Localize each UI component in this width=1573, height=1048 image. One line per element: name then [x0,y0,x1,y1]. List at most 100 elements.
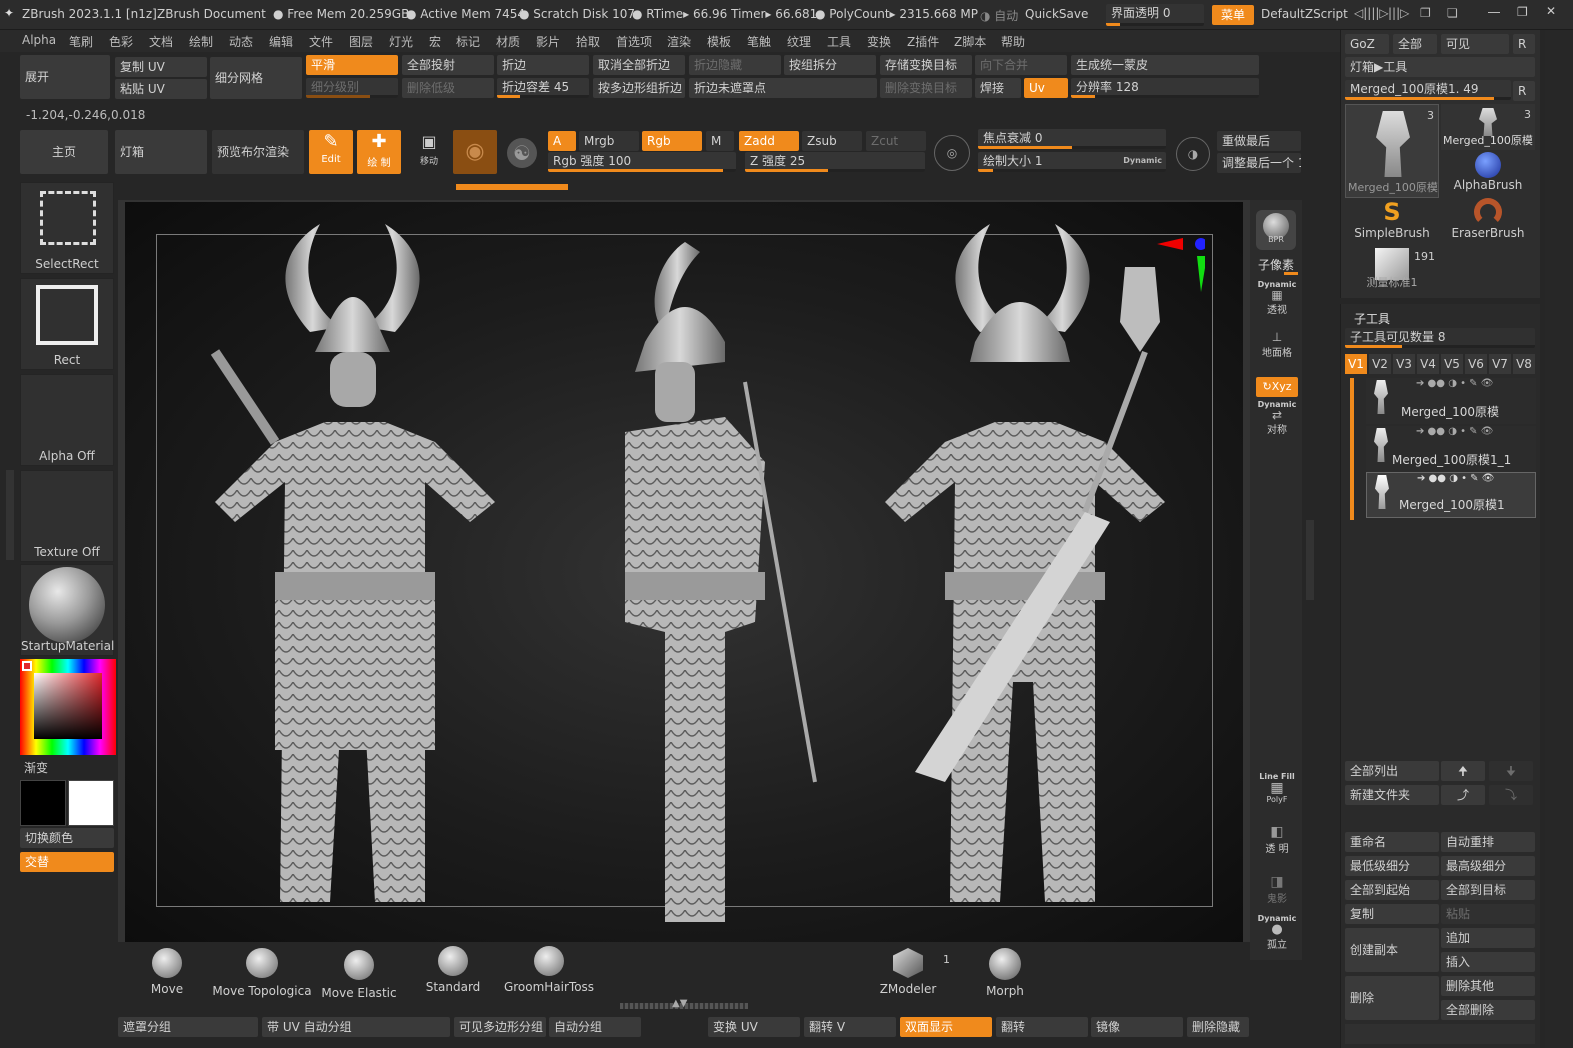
flip-v-button[interactable]: 翻转 V [804,1017,896,1037]
auto-groups-button[interactable]: 自动分组 [549,1017,641,1037]
samurai-model[interactable] [125,202,1243,942]
rgb-toggle[interactable]: Rgb [642,131,702,151]
edit-mode-button[interactable]: ✎ Edit [309,130,353,174]
rotate-icon[interactable]: ☯ [507,138,537,168]
visible-count-slider[interactable]: 子工具可见数量 8 [1345,328,1535,348]
smooth-toggle[interactable]: 平滑 [306,55,398,75]
move-brush[interactable]: Move [140,948,194,996]
close-icon[interactable]: ✕ [1546,4,1556,18]
symmetry-button[interactable]: Dynamic ⇄ 对称 [1256,400,1298,440]
vtab-8[interactable]: V8 [1513,354,1535,374]
home-button[interactable]: 主页 [20,130,108,174]
menu-item[interactable]: 绘制 [189,33,213,50]
alpha-selector[interactable]: Alpha Off [20,374,114,466]
tray-toggle-icon[interactable]: ▲▼ [672,998,687,1009]
zscript-label[interactable]: DefaultZScript [1261,7,1348,21]
paste-button[interactable]: 粘贴 [1441,904,1535,924]
delete-morph-button[interactable]: 删除变换目标 [880,78,972,98]
menu-item[interactable]: Z脚本 [954,33,986,50]
color-picker[interactable] [20,659,116,755]
all-high-button[interactable]: 最高级细分 [1441,856,1535,876]
zsub-toggle[interactable]: Zsub [802,131,862,151]
current-tool-slider[interactable]: Merged_100原模1. 49 [1345,80,1511,100]
material-selector[interactable]: StartupMaterial [20,564,114,656]
duplicate-button[interactable]: 创建副本 [1345,928,1439,972]
subtool-item[interactable]: ➔ ●● ◑ • ✎ 👁 Merged_100原模 [1366,378,1536,424]
subtool-item[interactable]: ➔ ●● ◑ • ✎ 👁 Merged_100原模1_1 [1366,426,1536,472]
window-layout-icon[interactable]: ❐ [1420,6,1431,20]
subtool-controls-icon[interactable]: ➔ ●● ◑ • ✎ 👁 [1416,426,1493,437]
menu-item[interactable]: 变换 [867,33,891,50]
groom-hair-toss-brush[interactable]: GroomHairToss [500,946,598,994]
minimize-icon[interactable]: ― [1488,5,1500,19]
crease-tolerance-slider[interactable]: 折边容差 45 [497,78,589,98]
tool-thumb[interactable]: 3 Merged_100原模 [1441,104,1535,150]
main-color-swatch[interactable] [20,780,66,826]
crease-hidden-button[interactable]: 折边隐藏 [689,55,781,75]
quicksave-button[interactable]: QuickSave [1025,7,1088,21]
menu-item[interactable]: 帮助 [1001,33,1025,50]
move-elastic-brush[interactable]: Move Elastic [318,950,400,1000]
ui-transparency-slider[interactable]: 界面透明 0 [1106,4,1204,26]
menu-item[interactable]: 材质 [496,33,520,50]
insert-button[interactable]: 插入 [1441,952,1535,972]
all-to-start-button[interactable]: 全部到起始 [1345,880,1439,900]
move-topological-brush[interactable]: Move Topologica [212,948,312,998]
color-sv-square[interactable] [34,673,102,739]
menu-item[interactable]: 笔触 [747,33,771,50]
draw-mode-button[interactable]: ✚ 绘 制 [357,130,401,174]
rename-button[interactable]: 重命名 [1345,832,1439,852]
zmodeler-brush[interactable]: ZModeler [876,948,940,996]
menu-item[interactable]: 影片 [536,33,560,50]
simplebrush-thumb[interactable]: S SimpleBrush [1345,198,1439,244]
subtool-title[interactable]: 子工具 [1354,310,1390,327]
mirror-button[interactable]: 镜像 [1091,1017,1183,1037]
preview-render-button[interactable]: 预览布尔渲染 [212,130,304,174]
tool-r-button[interactable]: R [1513,81,1535,101]
a-toggle[interactable]: A [548,131,576,151]
subtool-list-scrollbar[interactable] [1350,378,1354,520]
vtab-7[interactable]: V7 [1489,354,1511,374]
goz-button[interactable]: GoZ [1345,34,1389,54]
subpixel-slider[interactable]: 子像素 [1258,256,1294,273]
crease-button[interactable]: 折边 [497,55,589,75]
vtab-4[interactable]: V4 [1417,354,1439,374]
menu-item[interactable]: 笔刷 [69,33,93,50]
dynamic-size-icon[interactable]: ◑ [1176,137,1210,171]
subdiv-level-slider[interactable]: 细分级别 [306,78,398,98]
m-toggle[interactable]: M [706,131,734,151]
gradient-label[interactable]: 渐变 [24,759,48,776]
left-tray-handle[interactable] [6,470,14,560]
z-intensity-slider[interactable]: Z 强度 25 [745,152,925,172]
all-project-button[interactable]: 全部投射 [402,55,494,75]
copy-uv-button[interactable]: 复制 UV [115,57,207,77]
select-rect-tool[interactable]: SelectRect [20,182,114,274]
lightbox-button[interactable]: 灯箱 [115,130,207,174]
menu-item[interactable]: 编辑 [269,33,293,50]
adjust-last-slider[interactable]: 调整最后一个 1 [1217,153,1301,173]
weld-button[interactable]: 焊接 [975,78,1021,98]
zcut-toggle[interactable]: Zcut [866,131,926,151]
delete-hidden-button[interactable]: 删除隐藏 [1187,1017,1249,1037]
focal-shift-slider[interactable]: 焦点衰减 0 [978,129,1166,149]
auto-reorder-button[interactable]: 自动重排 [1441,832,1535,852]
draw-size-slider[interactable]: 绘制大小 1 Dynamic [978,152,1166,172]
expand-button[interactable]: 展开 [20,55,110,99]
menu-button[interactable]: 菜单 [1212,5,1254,25]
subtool-controls-icon[interactable]: ➔ ●● ◑ • ✎ 👁 [1417,473,1494,484]
tool-thumb-active[interactable]: 3 Merged_100原模 [1345,104,1439,198]
all-low-button[interactable]: 最低级细分 [1345,856,1439,876]
restore-layout-icon[interactable]: ❏ [1447,6,1458,20]
menu-item[interactable]: 宏 [429,33,441,50]
vtab-6[interactable]: V6 [1465,354,1487,374]
menu-item[interactable]: 渲染 [667,33,691,50]
split-groups-button[interactable]: 按组拆分 [784,55,876,75]
list-all-button[interactable]: 全部列出 [1345,761,1439,781]
goz-r-button[interactable]: R [1513,34,1535,54]
texture-selector[interactable]: Texture Off [20,470,114,562]
uv-groups-button[interactable]: 带 UV 自动分组 [262,1017,450,1037]
viewport-canvas[interactable] [125,202,1243,942]
move-out-icon[interactable]: ⤵ [1489,785,1533,805]
scale-mode-icon[interactable]: ◉ [453,130,497,174]
delete-lower-button[interactable]: 删除低级 [402,78,494,98]
